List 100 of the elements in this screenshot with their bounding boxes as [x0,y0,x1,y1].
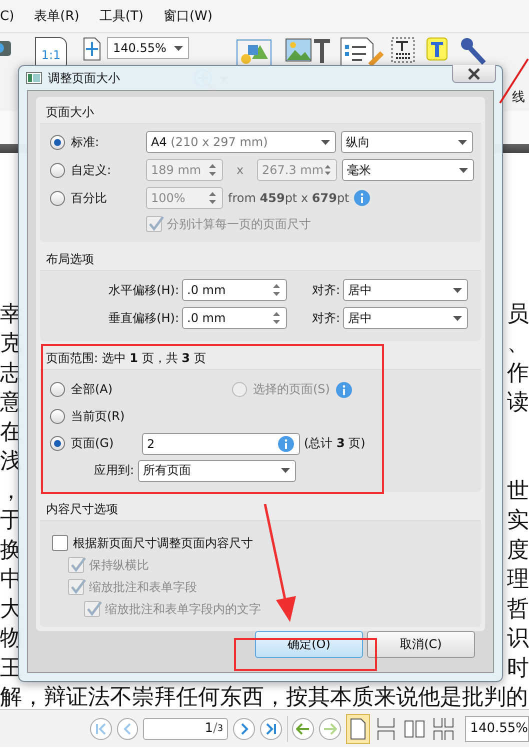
fit-page-icon[interactable] [83,37,101,61]
info-icon[interactable] [278,436,294,452]
key-icon[interactable] [460,37,486,65]
annotation-line [499,58,529,104]
info-icon[interactable] [354,190,370,206]
forward-arrow-icon [323,722,338,734]
spinner-icon[interactable] [208,163,217,177]
menu-item[interactable]: 表单(R) [34,7,80,25]
first-page-button[interactable] [90,718,112,740]
toolbar-label: 线 [512,89,525,106]
document-text: 换 [0,536,22,565]
checkbox-label: 分别计算每一页的页面尺寸 [167,216,311,232]
checkbox-label: 缩放批注和表单字段 [89,578,197,596]
document-text: 理 [507,566,529,594]
document-text: 读 [507,389,529,418]
cancel-button[interactable]: 取消(C) [367,631,475,658]
document-text: 在 [0,418,22,447]
actual-size-button[interactable]: 1:1 [35,37,67,67]
orientation-dropdown[interactable]: 纵向 [341,131,473,153]
next-page-button[interactable] [233,718,255,740]
single-page-icon [350,718,366,740]
previous-page-button[interactable] [116,718,138,740]
close-icon [467,68,481,80]
document-text: 克 [0,330,22,358]
window-icon [26,72,42,84]
caret-icon [174,46,183,50]
checkbox[interactable] [52,535,68,551]
menu-item[interactable]: C) [0,8,14,24]
document-text: 志 [0,360,22,388]
radio-label: 自定义: [71,162,112,178]
section-heading: 页面大小 [40,101,481,124]
pages-field[interactable]: 2 [142,432,300,454]
offset-field[interactable]: .0 mm [182,279,287,301]
zoom-field[interactable]: 140.55% [465,716,529,742]
field-label: 对齐: [310,282,341,298]
text-icon[interactable] [426,37,448,63]
radio-button[interactable] [50,436,65,451]
page-number-field[interactable]: 1/$^{3}$ [143,718,228,740]
menu-item[interactable]: 工具(T) [99,7,144,25]
radio-label: 标准: [71,134,100,150]
radio-label: 页面(G) [71,435,114,452]
caret-icon [453,288,462,292]
field-label: 水平偏移(H): [108,282,180,298]
document-text: 哲 [507,596,529,624]
document-text: 幸 [0,300,22,329]
spinner-icon[interactable] [208,191,217,205]
first-page-icon [94,722,107,734]
document-text: 于 [0,507,22,536]
forward-button[interactable] [319,718,341,740]
menu-item[interactable]: 窗口(W) [163,7,212,25]
align-dropdown[interactable]: 居中 [343,307,468,329]
radio-button[interactable] [50,409,65,424]
document-text: 实 [507,507,529,536]
spinner-icon[interactable] [272,283,281,297]
info-icon[interactable] [336,382,352,398]
document-text: 作 [507,360,529,388]
shapes-icon[interactable] [234,37,274,67]
document-text: 世 [507,478,529,506]
document-text: 、 [507,330,529,358]
document-text: 浅 [0,448,22,476]
spinner-icon[interactable] [272,311,281,325]
times-sign: x [235,163,245,177]
page-size-dropdown[interactable]: A4 (210 x 297 mm) [146,131,336,153]
align-dropdown[interactable]: 居中 [343,279,468,301]
document-text: 解，辩证法不崇拜任何东西，按其本质来说他是批判的 [0,684,528,712]
last-page-button[interactable] [260,718,282,740]
document-text: 员 [507,300,529,329]
spinner-icon[interactable] [324,163,331,177]
radio-button[interactable] [50,382,65,397]
apply-to-dropdown[interactable]: 所有页面 [138,460,296,482]
page-total-text: (总计 3 页) [304,435,366,452]
single-page-button[interactable] [346,714,370,744]
radio-button[interactable] [50,162,65,178]
field-label: 对齐: [310,310,341,326]
checkbox-label: 缩放批注和表单字段内的文字 [105,600,261,618]
checkbox-label: 保持纵横比 [89,556,149,574]
radio-button[interactable] [50,134,65,150]
document-text: 大 [0,596,22,624]
radio-button[interactable] [50,190,65,206]
radio-label: 选择的页面(S) [253,381,330,398]
caret-icon [459,168,468,172]
last-page-icon [264,722,277,734]
back-button[interactable] [292,718,314,740]
image-text-icon[interactable] [285,37,331,63]
document-text: 王 [0,654,22,683]
unit-dropdown[interactable]: 毫米 [342,159,474,181]
close-button[interactable] [452,65,496,83]
dialog-title: 调整页面大小 [48,70,120,86]
form-icon[interactable] [340,37,384,67]
back-arrow-icon [296,722,310,734]
field-label: 垂直偏移(H): [108,310,180,326]
zoom-dropdown[interactable]: 140.55% [107,37,189,59]
field-label: 应用到: [92,462,134,479]
document-text: 度 [507,536,529,565]
radio-label: 百分比 [71,190,107,206]
section-heading: 页面范围: 选中 1 页，共 3 页 [40,347,481,370]
radio-label: 当前页(R) [71,408,125,425]
text-field-icon[interactable] [391,37,415,63]
offset-field[interactable]: .0 mm [182,307,287,329]
caret-icon [281,468,290,473]
